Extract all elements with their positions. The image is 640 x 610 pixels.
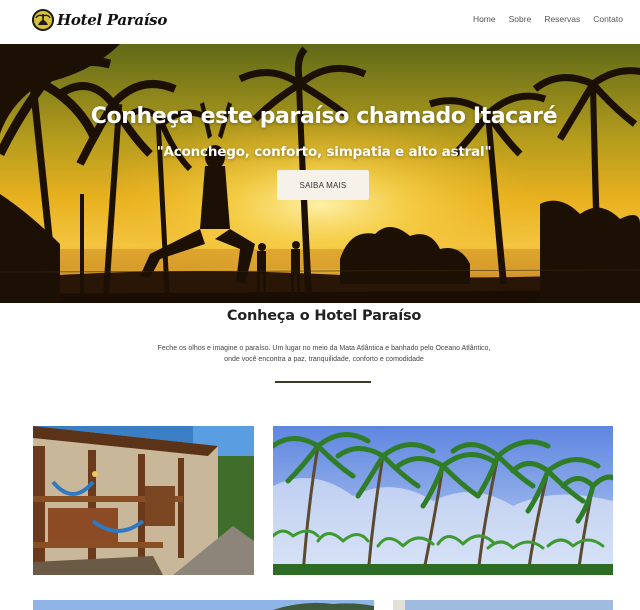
main-nav: Home Sobre Reservas Contato [460,14,623,24]
brand-logo[interactable]: Hotel Paraíso [32,9,167,31]
hero-title-container: Conheça este paraíso chamado Itacaré [0,104,640,129]
brand-name: Hotel Paraíso [57,11,168,29]
saiba-mais-button[interactable]: SAIBA MAIS [277,170,369,200]
section-divider [275,381,371,383]
gallery-photo-beach [33,600,374,610]
hero-subtitle: "Aconchego, conforto, simpatia e alto as… [156,144,492,160]
about-text-line-2: onde você encontra a paz, tranquilidade,… [224,355,424,363]
gallery-photo-room [393,600,613,610]
hero-banner: Conheça este paraíso chamado Itacaré "Ac… [0,44,640,303]
nav-contato[interactable]: Contato [593,14,623,24]
about-title: Conheça o Hotel Paraíso [226,308,422,324]
gallery-photo-balconies [33,426,254,575]
hero-title: Conheça este paraíso chamado Itacaré [90,104,558,129]
palm-tree-logo-icon [32,9,54,31]
about-description: Feche os olhos e imagine o paraíso. Um l… [130,344,518,365]
about-text-line-1: Feche os olhos e imagine o paraíso. Um l… [157,345,491,352]
nav-reservas[interactable]: Reservas [544,14,580,24]
gallery-photo-palm-trees [273,426,613,575]
navbar: Hotel Paraíso Home Sobre Reservas Contat… [0,0,640,44]
nav-home[interactable]: Home [473,14,496,24]
nav-sobre[interactable]: Sobre [509,14,532,24]
